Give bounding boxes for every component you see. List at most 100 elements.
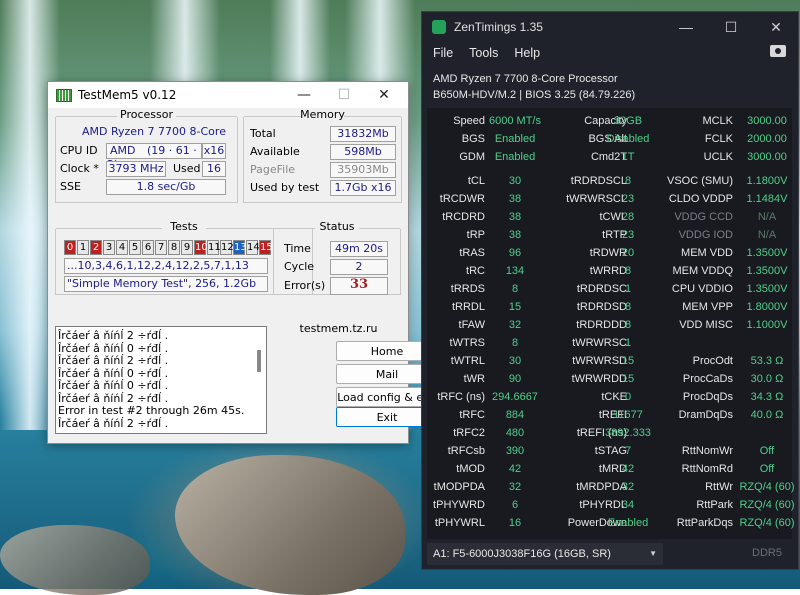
timing-value: 34.3 Ω — [750, 391, 784, 403]
timing-value: 30 — [508, 175, 522, 187]
menu-help[interactable]: Help — [514, 46, 540, 60]
timing-label: ProcCaDs — [682, 373, 733, 385]
test-indicator: 11 — [207, 240, 221, 255]
timing-label: tCL — [467, 175, 485, 187]
timing-label: ProcOdt — [692, 355, 733, 367]
test-indicator: 10 — [194, 240, 208, 255]
timing-row: tRC 134 tWRRD 8 MEM VDDQ 1.3500V — [427, 265, 792, 283]
test-indicator: 3 — [103, 240, 115, 255]
timing-value: 38 — [508, 211, 522, 223]
timing-label: RttParkDqs — [676, 517, 733, 529]
maximize-button[interactable]: ☐ — [717, 16, 745, 38]
processor-group: Processor AMD Ryzen 7 7700 8-Core CPU ID… — [55, 108, 238, 203]
timing-value: 1.1000V — [746, 319, 788, 331]
timing-label: tRAS — [459, 247, 485, 259]
timing-row: tWR 90 tWRWRDD 15 ProcCaDs 30.0 Ω — [427, 373, 792, 391]
timing-value: 30 — [508, 355, 522, 367]
timing-value: 30.0 Ω — [750, 373, 784, 385]
timing-row: tPHYWRL 16 PowerDown Enabled RttParkDqs RZQ/4… — [427, 517, 795, 535]
close-button[interactable]: ✕ — [762, 16, 790, 38]
close-button[interactable]: ✕ — [364, 84, 404, 106]
timing-label: Speed — [453, 115, 485, 127]
screenshot-camera-icon[interactable] — [770, 45, 786, 57]
timing-value: 42 — [508, 463, 522, 475]
timing-value: 3000.00 — [747, 151, 787, 163]
available-value: 598Mb — [330, 144, 396, 160]
cpuid-field: AMD (19 · 61 · 2) — [106, 143, 202, 171]
test-indicators: 0 1 2 3 4 5 6 7 8 9 101112131415 — [64, 240, 273, 255]
timing-label: tRFCsb — [447, 445, 485, 457]
timing-value: 8 — [511, 337, 519, 349]
timing-value: 390 — [505, 445, 525, 457]
timing-value: 32 — [508, 481, 522, 493]
group-title: Processor — [120, 108, 173, 121]
timing-row: tRRDL 15 tRDRDSD 8 MEM VPP 1.8000V — [427, 301, 792, 319]
log-line: Îrčáeŕ â ňíńĺ 2 ÷ŕđĺ . — [58, 354, 169, 367]
timing-label: VDDG IOD — [678, 229, 733, 241]
zentimings-logo-icon — [432, 20, 446, 34]
module-select[interactable]: A1: F5-6000J3038F16G (16GB, SR) ▼ — [427, 543, 663, 565]
used-value: 16 — [202, 161, 226, 177]
pagefile-value: 35903Mb — [330, 162, 396, 178]
total-value: 31832Mb — [330, 126, 396, 142]
timing-label: tRC — [466, 265, 485, 277]
timing-row: tRFCsb 390 tSTAG 7 RttNomWr Off — [427, 445, 792, 463]
timing-label: tRFC2 — [453, 427, 485, 439]
timing-row: tCL 30 tRDRDSCL 8 VSOC (SMU) 1.1800V — [427, 175, 792, 193]
timing-label: BGS — [461, 133, 485, 145]
timing-label: MCLK — [702, 115, 733, 127]
maximize-button[interactable]: ☐ — [324, 84, 364, 106]
test-sequence: ...10,3,4,6,1,12,2,4,12,2,5,7,1,13 — [64, 258, 268, 274]
timing-label: MEM VPP — [682, 301, 733, 313]
pagefile-label: PageFile — [250, 163, 296, 176]
timing-label: DramDqDs — [678, 409, 733, 421]
timing-value: 1.3500V — [746, 265, 788, 277]
test-indicator: 8 — [168, 240, 180, 255]
module-select-value: A1: F5-6000J3038F16G (16GB, SR) — [433, 548, 611, 560]
group-title: Memory — [300, 108, 345, 121]
timing-value: 53.3 Ω — [750, 355, 784, 367]
timing-row: Speed 6000 MT/s Capacity 32GB MCLK 3000.00 — [427, 115, 792, 133]
menu-bar: File Tools Help — [433, 46, 556, 60]
timing-label: tMOD — [456, 463, 485, 475]
test-indicator: 1 — [77, 240, 89, 255]
timing-label: tWTRS — [449, 337, 485, 349]
test-indicator: 4 — [116, 240, 128, 255]
timing-value: 2000.00 — [747, 133, 787, 145]
menu-tools[interactable]: Tools — [469, 46, 498, 60]
log-line: Îrčáeŕ â ňíńĺ 0 ÷ŕđĺ . — [58, 379, 169, 392]
time-label: Time — [284, 242, 311, 255]
timing-row: tRAS 96 tRDWR 20 MEM VDD 1.3500V — [427, 247, 792, 265]
test-indicator: 12 — [220, 240, 234, 255]
log-box[interactable]: Îrčáeŕ â ňíńĺ 2 ÷ŕđĺ . Îrčáeŕ â ňíńĺ 0 ÷ŕ… — [55, 326, 267, 434]
errors-label: Error(s) — [284, 279, 326, 292]
timing-value: 32 — [508, 319, 522, 331]
timing-value: Off — [759, 445, 775, 457]
timing-label: FCLK — [704, 133, 733, 145]
timing-label: UCLK — [703, 151, 733, 163]
menu-file[interactable]: File — [433, 46, 453, 60]
timing-label: tRP — [466, 229, 485, 241]
timing-value: 134 — [505, 265, 525, 277]
cpu-info: AMD Ryzen 7 7700 8-Core Processor — [433, 73, 618, 85]
timing-value: N/A — [757, 229, 777, 241]
timing-row: GDM Enabled Cmd2T 1T UCLK 3000.00 — [427, 151, 792, 169]
sse-label: SSE — [60, 180, 81, 193]
timing-value: 480 — [505, 427, 525, 439]
test-indicator: 0 — [64, 240, 76, 255]
timing-row: tRRDS 8 tRDRDSC 1 CPU VDDIO 1.3500V — [427, 283, 792, 301]
test-indicator: 9 — [181, 240, 193, 255]
clock-value: 3793 MHz — [106, 161, 166, 177]
timing-label: RttNomWr — [681, 445, 733, 457]
timing-value: 16 — [508, 517, 522, 529]
timing-value: 96 — [508, 247, 522, 259]
timing-value: 1 — [624, 337, 632, 349]
timing-label: tRCDRD — [442, 211, 485, 223]
minimize-button[interactable]: — — [284, 84, 324, 106]
cycle-label: Cycle — [284, 260, 315, 273]
timing-label: tPHYWRD — [433, 499, 485, 511]
used-by-test-label: Used by test — [250, 181, 320, 194]
log-scrollbar[interactable] — [257, 350, 261, 372]
timing-label: tRRDS — [450, 283, 485, 295]
minimize-button[interactable]: — — [672, 16, 700, 38]
